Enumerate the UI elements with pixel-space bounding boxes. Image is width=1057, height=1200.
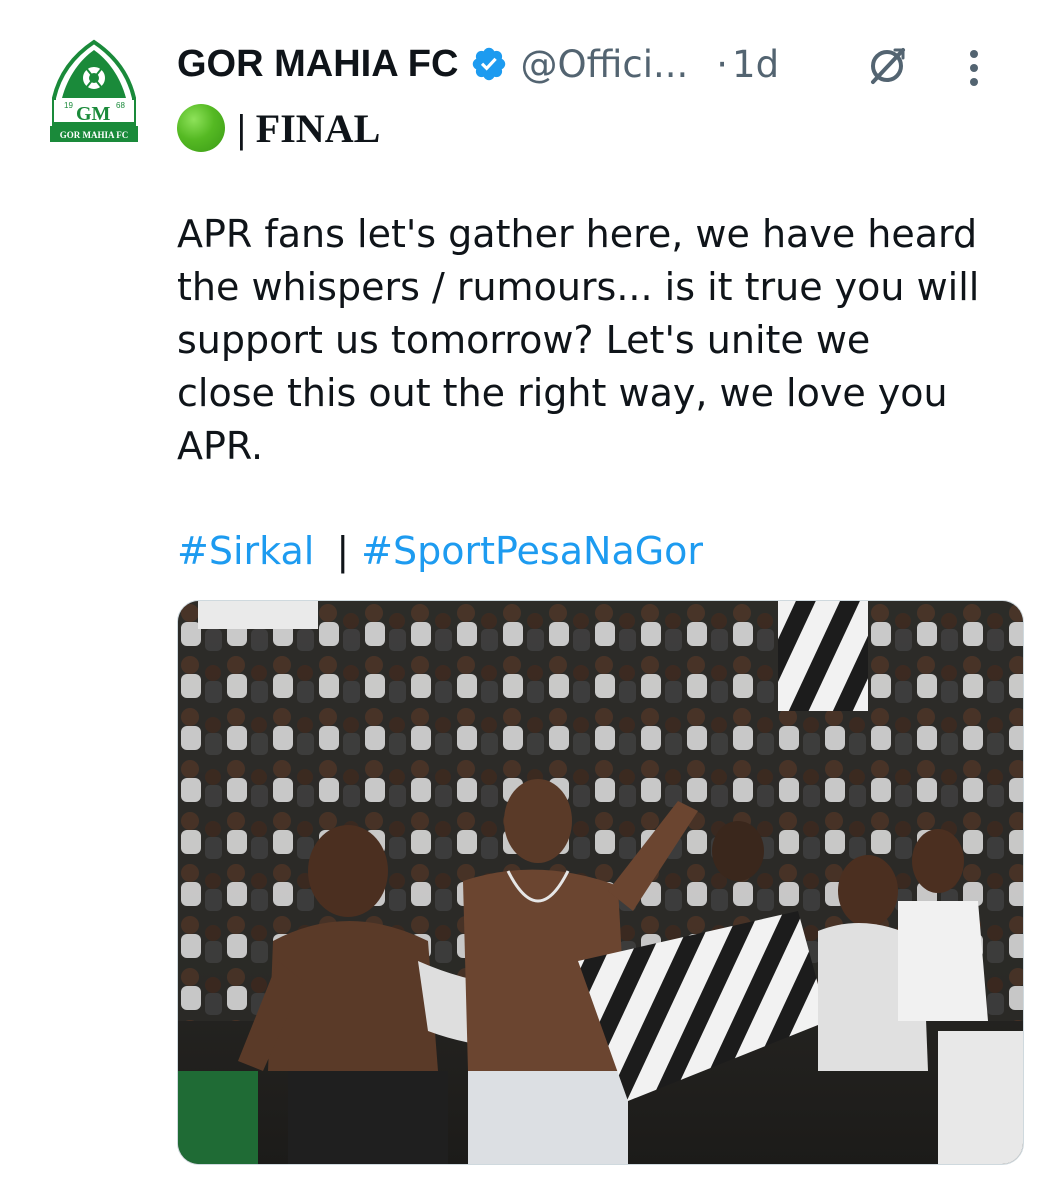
tweet-text-line: support us tomorrow? Let's unite we	[177, 318, 871, 362]
logo-monogram: GM	[76, 103, 111, 125]
green-circle-icon	[177, 104, 225, 152]
author-name[interactable]: GOR MAHIA FC	[177, 43, 458, 86]
gor-mahia-logo: 19 68 GM GOR MAHIA FC	[50, 39, 138, 142]
author-handle[interactable]: @Offici...	[520, 43, 688, 86]
hashtags: #Sirkal | #SportPesaNaGor	[177, 525, 703, 578]
avatar[interactable]: 19 68 GM GOR MAHIA FC	[46, 38, 142, 146]
tweet-text-line: close this out the right way, we love yo…	[177, 371, 948, 415]
logo-year-right: 68	[116, 101, 125, 110]
final-line: | FINAL	[177, 100, 380, 156]
hashtag-separator: |	[336, 529, 350, 573]
timestamp[interactable]: 1d	[732, 43, 779, 86]
logo-lettering: GOR MAHIA FC	[60, 130, 129, 140]
tweet-header: GOR MAHIA FC @Offici... · 1d	[177, 36, 1027, 92]
grok-icon[interactable]	[865, 44, 909, 88]
tweet-text: APR fans let's gather here, we have hear…	[177, 208, 1027, 473]
hashtag-sportpesanagor[interactable]: #SportPesaNaGor	[361, 529, 703, 573]
logo-year-left: 19	[64, 101, 73, 110]
hashtag-sirkal[interactable]: #Sirkal	[177, 529, 314, 573]
separator-dot: ·	[716, 42, 729, 86]
final-label: | FINAL	[237, 105, 381, 151]
more-options-icon[interactable]	[967, 48, 981, 88]
flag	[778, 601, 868, 711]
tweet-text-line: the whispers / rumours... is it true you…	[177, 265, 980, 309]
tweet-text-line: APR fans let's gather here, we have hear…	[177, 212, 978, 256]
verified-badge-icon	[473, 47, 506, 81]
crowd-photo	[178, 601, 1023, 1164]
tweet-photo[interactable]	[177, 600, 1024, 1165]
tweet-text-line: APR.	[177, 424, 264, 468]
